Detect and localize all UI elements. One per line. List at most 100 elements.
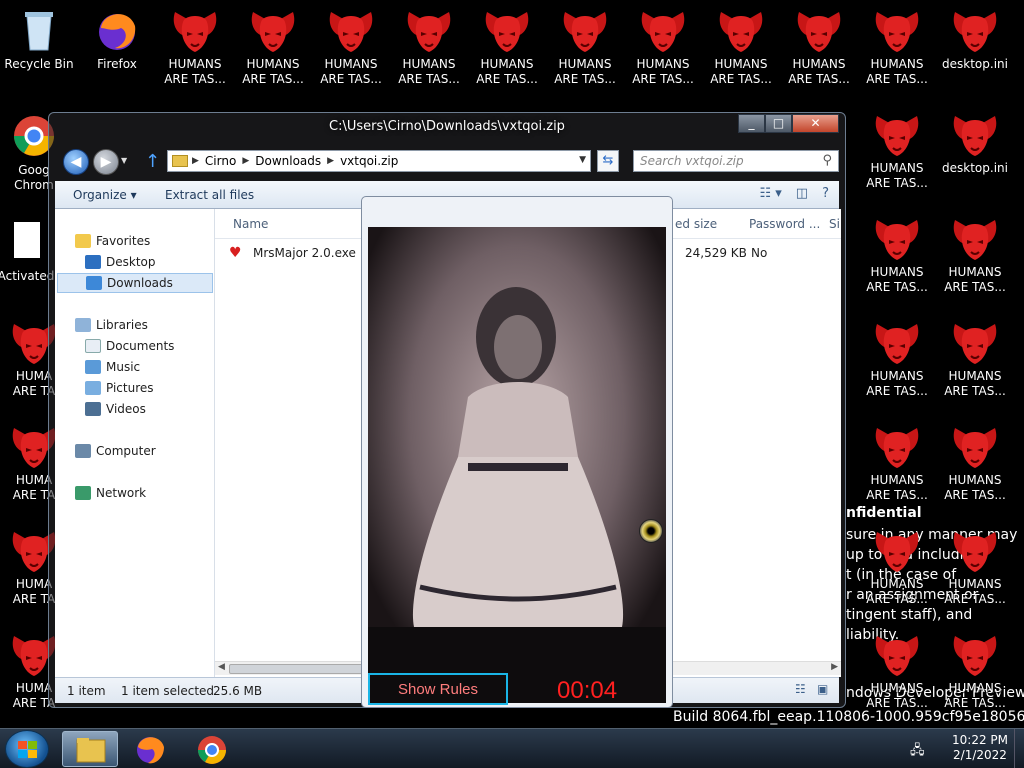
nav-label: Computer: [96, 444, 156, 458]
close-button[interactable]: ✕: [792, 114, 839, 133]
search-icon: ⚲: [822, 153, 832, 168]
refresh-button[interactable]: ⇆: [597, 150, 619, 172]
breadcrumb-cirno[interactable]: Cirno: [205, 154, 236, 168]
column-compressed-size[interactable]: ed size: [675, 217, 717, 231]
column-password[interactable]: Password ...: [749, 217, 820, 231]
chrome-icon: [198, 736, 226, 764]
desktop-label: HUMANS: [948, 369, 1002, 383]
window-titlebar[interactable]: C:\Users\Cirno\Downloads\vxtqoi.zip _ □ …: [49, 113, 845, 143]
column-size[interactable]: Si: [829, 217, 840, 231]
demon-file-icon[interactable]: HUMANS ARE TAS...: [937, 318, 1013, 399]
desktop-ini-icon[interactable]: desktop.ini: [937, 110, 1013, 176]
nav-videos[interactable]: Videos: [85, 399, 146, 419]
preview-pane-icon[interactable]: ◫: [796, 186, 808, 201]
address-bar[interactable]: ▶ Cirno ▶ Downloads ▶ vxtqoi.zip ▼: [167, 150, 591, 172]
scroll-right-icon[interactable]: ▶: [831, 662, 838, 672]
breadcrumb-zip[interactable]: vxtqoi.zip: [340, 154, 398, 168]
demon-file-icon[interactable]: HUMANS ARE TAS...: [235, 6, 311, 87]
demon-file-icon[interactable]: HUMANS ARE TAS...: [781, 6, 857, 87]
eye-icon[interactable]: [639, 519, 663, 543]
demon-file-icon[interactable]: HUMANS ARE TAS...: [859, 318, 935, 399]
view-options-icon[interactable]: ☷ ▾: [759, 186, 781, 201]
nav-music[interactable]: Music: [85, 357, 140, 377]
demon-file-icon[interactable]: HUMANS ARE TAS...: [859, 214, 935, 295]
nav-downloads[interactable]: Downloads: [57, 273, 213, 293]
firefox-icon: [137, 737, 164, 764]
demon-file-icon[interactable]: HUMANS ARE TAS...: [625, 6, 701, 87]
details-view-icon[interactable]: ☷: [795, 682, 806, 696]
desktop-label: HUMANS: [948, 473, 1002, 487]
demon-file-icon[interactable]: HUMANS ARE TAS...: [703, 6, 779, 87]
taskbar-explorer[interactable]: [62, 731, 118, 767]
back-button[interactable]: ◀: [63, 149, 89, 175]
firefox-desktop-icon[interactable]: Firefox: [79, 6, 155, 72]
taskbar-firefox[interactable]: [122, 731, 178, 767]
desktop-label: HUMANS: [870, 57, 924, 71]
desktop-label: ARE TAS...: [866, 72, 928, 86]
nav-libraries[interactable]: Libraries: [75, 315, 148, 335]
show-desktop-button[interactable]: [1014, 729, 1024, 768]
demon-file-icon[interactable]: HUMANS ARE TAS...: [937, 526, 1013, 607]
show-rules-button[interactable]: Show Rules: [368, 673, 508, 705]
nav-network[interactable]: Network: [75, 483, 146, 503]
desktop-label: HUMANS: [558, 57, 612, 71]
nav-pictures[interactable]: Pictures: [85, 378, 154, 398]
column-name[interactable]: Name: [233, 217, 268, 231]
chevron-right-icon[interactable]: ▶: [242, 156, 249, 166]
demon-file-icon[interactable]: HUMANS ARE TAS...: [937, 214, 1013, 295]
demon-file-icon[interactable]: HUMANS ARE TAS...: [313, 6, 389, 87]
tiles-view-icon[interactable]: ▣: [817, 682, 828, 696]
demon-file-icon[interactable]: HUMANS ARE TAS...: [937, 630, 1013, 711]
search-input[interactable]: Search vxtqoi.zip ⚲: [633, 150, 839, 172]
demon-file-icon[interactable]: HUMANS ARE TAS...: [859, 526, 935, 607]
chevron-right-icon[interactable]: ▶: [192, 156, 199, 166]
clock[interactable]: 10:22 PM 2/1/2022: [952, 733, 1008, 763]
demon-file-icon[interactable]: HUMANS ARE TAS...: [859, 110, 935, 191]
breadcrumb-downloads[interactable]: Downloads: [255, 154, 321, 168]
scroll-left-icon[interactable]: ◀: [218, 662, 225, 672]
maximize-button[interactable]: □: [765, 114, 792, 133]
nav-favorites[interactable]: Favorites: [75, 231, 150, 251]
scroll-thumb[interactable]: [229, 664, 369, 674]
folder-icon: [76, 738, 106, 763]
desktop-label: HUMANS: [948, 265, 1002, 279]
windows-logo-icon: [18, 741, 38, 759]
desktop-ini-icon[interactable]: desktop.ini: [937, 6, 1013, 72]
recent-pages-dropdown[interactable]: ▼: [121, 156, 127, 165]
demon-file-icon[interactable]: HUMANS ARE TAS...: [391, 6, 467, 87]
extract-all-button[interactable]: Extract all files: [165, 188, 254, 202]
exe-heart-icon: ♥: [229, 245, 242, 261]
clock-date: 2/1/2022: [953, 748, 1007, 762]
taskbar-chrome[interactable]: [184, 731, 240, 767]
chevron-right-icon[interactable]: ▶: [327, 156, 334, 166]
help-icon[interactable]: ?: [822, 186, 829, 201]
nav-computer[interactable]: Computer: [75, 441, 156, 461]
forward-button[interactable]: ▶: [93, 149, 119, 175]
computer-icon: [75, 444, 91, 458]
nav-documents[interactable]: Documents: [85, 336, 174, 356]
window-title: C:\Users\Cirno\Downloads\vxtqoi.zip: [329, 119, 565, 134]
demon-file-icon[interactable]: HUMANS ARE TAS...: [547, 6, 623, 87]
network-tray-icon[interactable]: 🖧: [910, 741, 925, 763]
demon-file-icon[interactable]: HUMANS ARE TAS...: [469, 6, 545, 87]
up-arrow-icon[interactable]: ↑: [145, 151, 163, 173]
taskbar: 🖧 10:22 PM 2/1/2022: [0, 728, 1024, 768]
minimize-button[interactable]: _: [738, 114, 765, 133]
demon-file-icon[interactable]: HUMANS ARE TAS...: [859, 6, 935, 87]
status-size: 25.6 MB: [213, 684, 263, 698]
desktop-label: ARE TAS...: [398, 72, 460, 86]
desktop-label: HUMANS: [870, 577, 924, 591]
start-button[interactable]: [5, 730, 49, 768]
demon-file-icon[interactable]: HUMANS ARE TAS...: [859, 630, 935, 711]
recycle-bin-icon[interactable]: Recycle Bin: [1, 6, 77, 72]
file-name: MrsMajor 2.0.exe: [253, 246, 356, 260]
demon-file-icon[interactable]: HUMANS ARE TAS...: [937, 422, 1013, 503]
demon-file-icon[interactable]: HUMANS ARE TAS...: [859, 422, 935, 503]
desktop-label: ARE TAS...: [944, 696, 1006, 710]
nav-desktop[interactable]: Desktop: [85, 252, 156, 272]
nav-label: Network: [96, 486, 147, 500]
chevron-down-icon[interactable]: ▼: [579, 155, 586, 165]
demon-file-icon[interactable]: HUMANS ARE TAS...: [157, 6, 233, 87]
organize-button[interactable]: Organize ▾: [73, 188, 137, 202]
desktop-label: ARE TAS...: [866, 384, 928, 398]
